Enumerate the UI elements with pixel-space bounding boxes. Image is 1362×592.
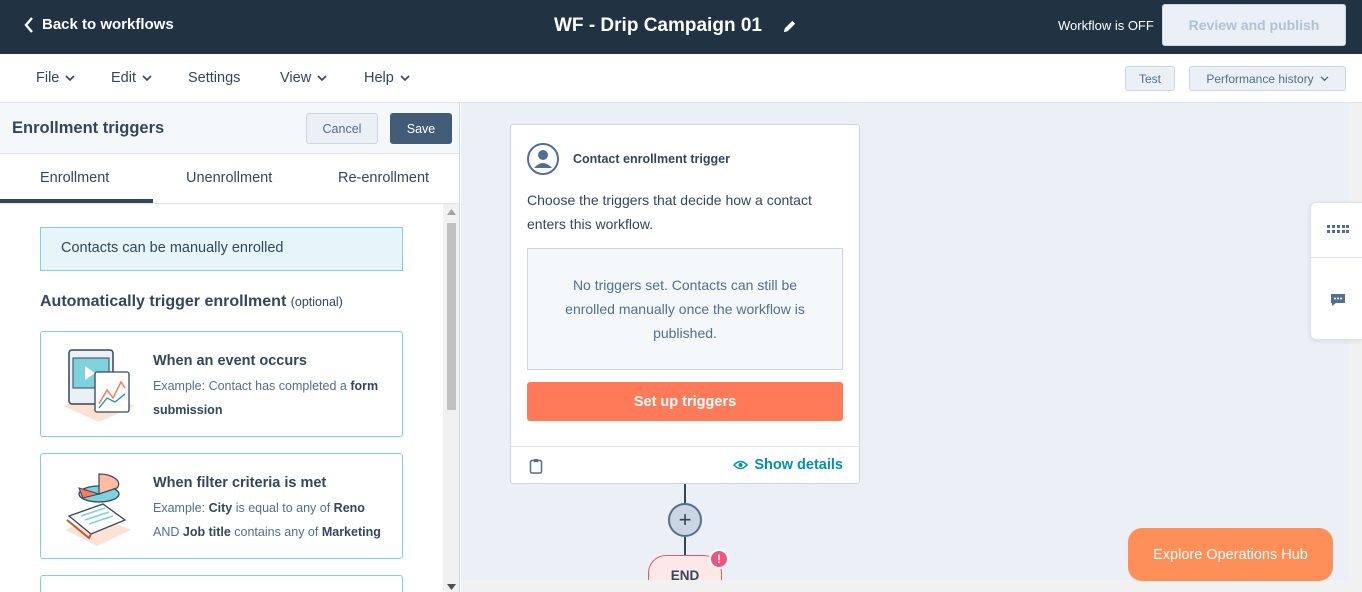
- performance-history-button[interactable]: Performance history: [1189, 66, 1346, 91]
- chevron-down-icon: [142, 74, 152, 81]
- card-desc-text: Example:: [153, 501, 209, 515]
- enrollment-triggers-panel: Enrollment triggers Cancel Save Enrollme…: [0, 103, 460, 592]
- file-menu-label: File: [36, 70, 60, 86]
- test-button[interactable]: Test: [1125, 66, 1175, 91]
- chevron-down-icon: [65, 74, 75, 81]
- add-action-button[interactable]: +: [668, 503, 702, 537]
- connector-line: [684, 537, 686, 555]
- auto-trigger-heading: Automatically trigger enrollment (option…: [40, 293, 343, 311]
- grid-dots-icon[interactable]: [1327, 225, 1349, 233]
- card-description: Example: City is equal to any of Reno AND…: [153, 496, 393, 544]
- canvas-horizontal-scrollbar[interactable]: [461, 580, 1362, 592]
- scroll-down-icon[interactable]: [447, 584, 456, 590]
- no-triggers-message: No triggers set. Contacts can still be e…: [527, 248, 843, 370]
- filter-illustration-icon: [65, 473, 131, 546]
- node-footer: Show details: [511, 446, 859, 484]
- connector-line: [684, 484, 686, 504]
- tab-enrollment[interactable]: Enrollment: [40, 170, 109, 186]
- show-details-link[interactable]: Show details: [733, 457, 843, 473]
- card-desc-bold: City: [208, 501, 233, 515]
- cancel-button[interactable]: Cancel: [306, 113, 378, 144]
- filter-trigger-card[interactable]: When filter criteria is met Example: Cit…: [40, 453, 403, 559]
- contact-enrollment-trigger-node[interactable]: Contact enrollment trigger Choose the tr…: [510, 124, 860, 484]
- alert-badge[interactable]: !: [709, 549, 729, 569]
- card-title: When filter criteria is met: [153, 475, 327, 491]
- view-menu[interactable]: View: [280, 70, 327, 86]
- tab-unenrollment[interactable]: Unenrollment: [186, 170, 272, 186]
- performance-history-label: Performance history: [1206, 71, 1314, 86]
- set-up-triggers-button[interactable]: Set up triggers: [527, 382, 843, 421]
- card-title: When an event occurs: [153, 353, 307, 369]
- panel-scroll-thumb[interactable]: [447, 223, 456, 410]
- card-desc-bold: Reno: [333, 501, 365, 515]
- dock-divider: [1311, 257, 1362, 258]
- chevron-down-icon: [400, 74, 410, 81]
- back-label: Back to workflows: [42, 16, 174, 33]
- panel-tabs: Enrollment Unenrollment Re-enrollment: [0, 154, 459, 204]
- card-desc-bold: Job title: [182, 525, 231, 539]
- card-desc-text: is equal to any of: [232, 501, 334, 515]
- workflow-canvas[interactable]: Contact enrollment trigger Choose the tr…: [461, 103, 1362, 592]
- file-menu[interactable]: File: [36, 70, 75, 86]
- eye-icon: [733, 460, 749, 470]
- trigger-card-partial[interactable]: [40, 575, 403, 592]
- canvas-vertical-scrollbar[interactable]: [1350, 103, 1362, 580]
- event-illustration-icon: [63, 349, 135, 422]
- panel-header: Enrollment triggers Cancel Save: [0, 103, 459, 154]
- view-menu-label: View: [280, 70, 312, 86]
- settings-menu[interactable]: Settings: [188, 70, 240, 86]
- auto-trigger-heading-text: Automatically trigger enrollment: [40, 293, 287, 310]
- workflow-title: WF - Drip Campaign 01: [554, 15, 797, 37]
- node-description: Choose the triggers that decide how a co…: [527, 192, 812, 232]
- active-tab-indicator: [0, 199, 153, 203]
- event-trigger-card[interactable]: When an event occurs Example: Contact ha…: [40, 331, 403, 437]
- optional-label: (optional): [290, 295, 343, 309]
- workflow-title-text: WF - Drip Campaign 01: [554, 15, 762, 36]
- manual-enrollment-note: Contacts can be manually enrolled: [40, 227, 403, 271]
- help-menu-label: Help: [364, 70, 394, 86]
- card-desc-text: Example: Contact has completed a: [153, 379, 351, 393]
- edit-menu[interactable]: Edit: [111, 70, 152, 86]
- chevron-left-icon: [24, 16, 33, 33]
- card-desc-text: contains any of: [230, 525, 322, 539]
- scroll-up-icon[interactable]: [447, 209, 456, 215]
- tab-re-enrollment[interactable]: Re-enrollment: [338, 170, 429, 186]
- comment-icon[interactable]: [1330, 293, 1346, 307]
- chevron-down-icon: [317, 74, 327, 81]
- settings-menu-label: Settings: [188, 70, 241, 86]
- contact-icon: [527, 143, 559, 175]
- explore-operations-hub-button[interactable]: Explore Operations Hub: [1128, 528, 1333, 581]
- panel-title: Enrollment triggers: [12, 119, 165, 137]
- save-button[interactable]: Save: [390, 113, 452, 144]
- card-desc-text: AND: [153, 525, 183, 539]
- card-description: Example: Contact has completed a form su…: [153, 374, 393, 422]
- back-to-workflows-link[interactable]: Back to workflows: [24, 16, 174, 33]
- show-details-label: Show details: [754, 457, 843, 473]
- node-title: Contact enrollment trigger: [573, 152, 730, 166]
- right-side-dock: [1310, 202, 1362, 340]
- menu-bar: File Edit Settings View Help Test Perfor…: [0, 54, 1362, 103]
- help-menu[interactable]: Help: [364, 70, 410, 86]
- clipboard-icon[interactable]: [529, 458, 543, 474]
- top-header: Back to workflows WF - Drip Campaign 01 …: [0, 0, 1362, 54]
- chevron-down-icon: [1320, 75, 1329, 81]
- workflow-status: Workflow is OFF: [1058, 18, 1154, 33]
- review-and-publish-button[interactable]: Review and publish: [1162, 4, 1346, 46]
- pencil-icon[interactable]: [782, 19, 797, 34]
- panel-scrollbar[interactable]: [443, 204, 459, 592]
- card-desc-bold: Marketing: [321, 525, 381, 539]
- edit-menu-label: Edit: [111, 70, 136, 86]
